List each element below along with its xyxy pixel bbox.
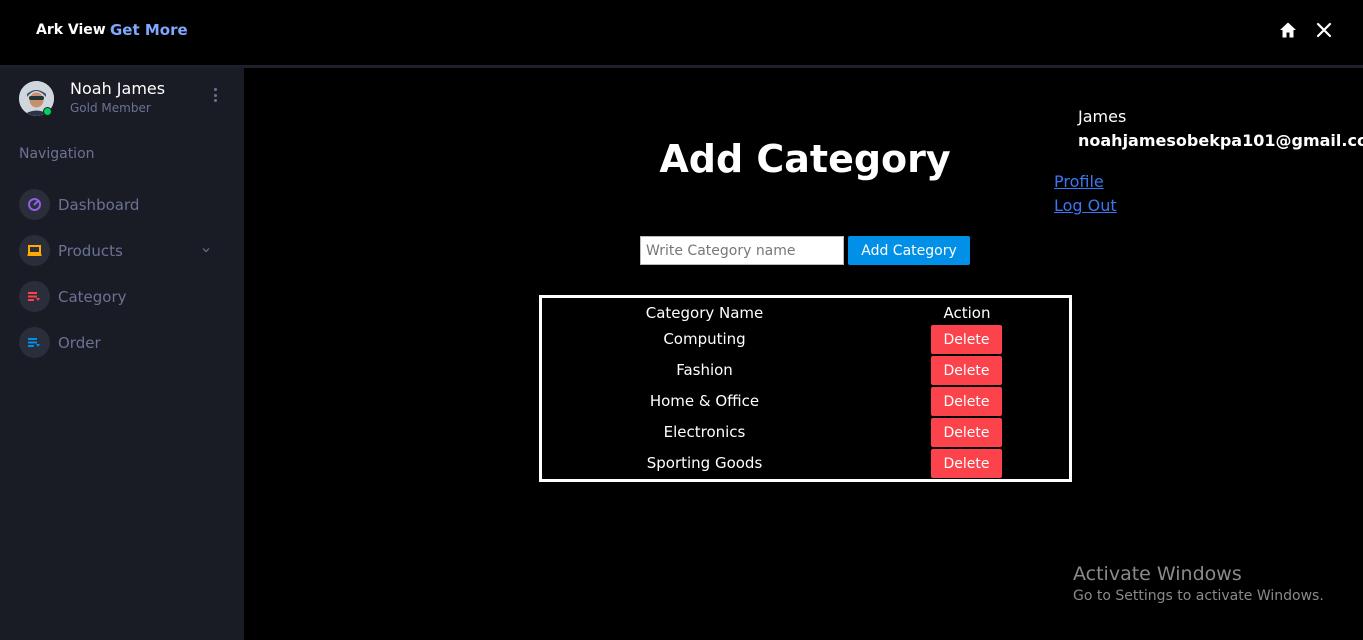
category-name-cell: Fashion (676, 361, 733, 379)
account-email: noahjamesobekpa101@gmail.com (1078, 131, 1363, 150)
sidebar-item-label: Order (58, 334, 101, 352)
table-row: Fashion Delete (542, 356, 1069, 387)
get-more-link[interactable]: Get More (110, 21, 188, 39)
page-title: Add Category (659, 137, 951, 181)
sidebar-item-products[interactable]: Products (19, 235, 229, 267)
top-bar: Ark View Get More (0, 0, 1363, 65)
table-row: Home & Office Delete (542, 387, 1069, 418)
category-name-cell: Home & Office (649, 392, 760, 410)
delete-button[interactable]: Delete (931, 449, 1002, 478)
sidebar-item-category[interactable]: Category (19, 281, 229, 313)
sidebar-item-label: Dashboard (58, 196, 140, 214)
sidebar-item-order[interactable]: Order (19, 327, 229, 359)
speedometer-icon (19, 189, 50, 220)
user-name: Noah James (70, 79, 166, 98)
home-icon[interactable] (1279, 21, 1297, 39)
sidebar-item-dashboard[interactable]: Dashboard (19, 189, 229, 221)
sidebar-item-label: Products (58, 242, 123, 260)
user-role: Gold Member (70, 101, 151, 115)
chevron-down-icon[interactable] (201, 245, 211, 255)
delete-button[interactable]: Delete (931, 418, 1002, 447)
close-icon[interactable] (1316, 22, 1332, 38)
delete-button[interactable]: Delete (931, 387, 1002, 416)
nav-heading: Navigation (19, 146, 95, 162)
sidebar-item-label: Category (58, 288, 127, 306)
logout-link[interactable]: Log Out (1054, 196, 1117, 215)
category-name-cell: Computing (663, 330, 746, 348)
column-header-action: Action (943, 304, 991, 322)
profile-link[interactable]: Profile (1054, 172, 1104, 191)
category-name-input[interactable] (640, 236, 844, 265)
activate-windows-subtitle: Go to Settings to activate Windows. (1073, 588, 1324, 604)
sidebar: Noah James Gold Member Navigation Dashbo… (0, 68, 244, 640)
category-name-cell: Electronics (663, 423, 746, 441)
table-row: Computing Delete (542, 325, 1069, 356)
account-name: James (1078, 107, 1127, 126)
laptop-icon (19, 235, 50, 266)
more-options-icon[interactable] (208, 88, 222, 104)
list-icon (19, 281, 50, 312)
activate-windows-title: Activate Windows (1073, 563, 1242, 585)
list-icon (19, 327, 50, 358)
delete-button[interactable]: Delete (931, 356, 1002, 385)
online-status-indicator (43, 107, 52, 116)
table-row: Electronics Delete (542, 418, 1069, 449)
table-row: Sporting Goods Delete (542, 449, 1069, 480)
category-name-cell: Sporting Goods (646, 454, 763, 472)
brand-title: Ark View (36, 22, 106, 38)
delete-button[interactable]: Delete (931, 325, 1002, 354)
add-category-button[interactable]: Add Category (848, 236, 970, 265)
column-header-category-name: Category Name (645, 304, 764, 322)
category-table: Category Name Action Computing Delete Fa… (539, 295, 1072, 482)
